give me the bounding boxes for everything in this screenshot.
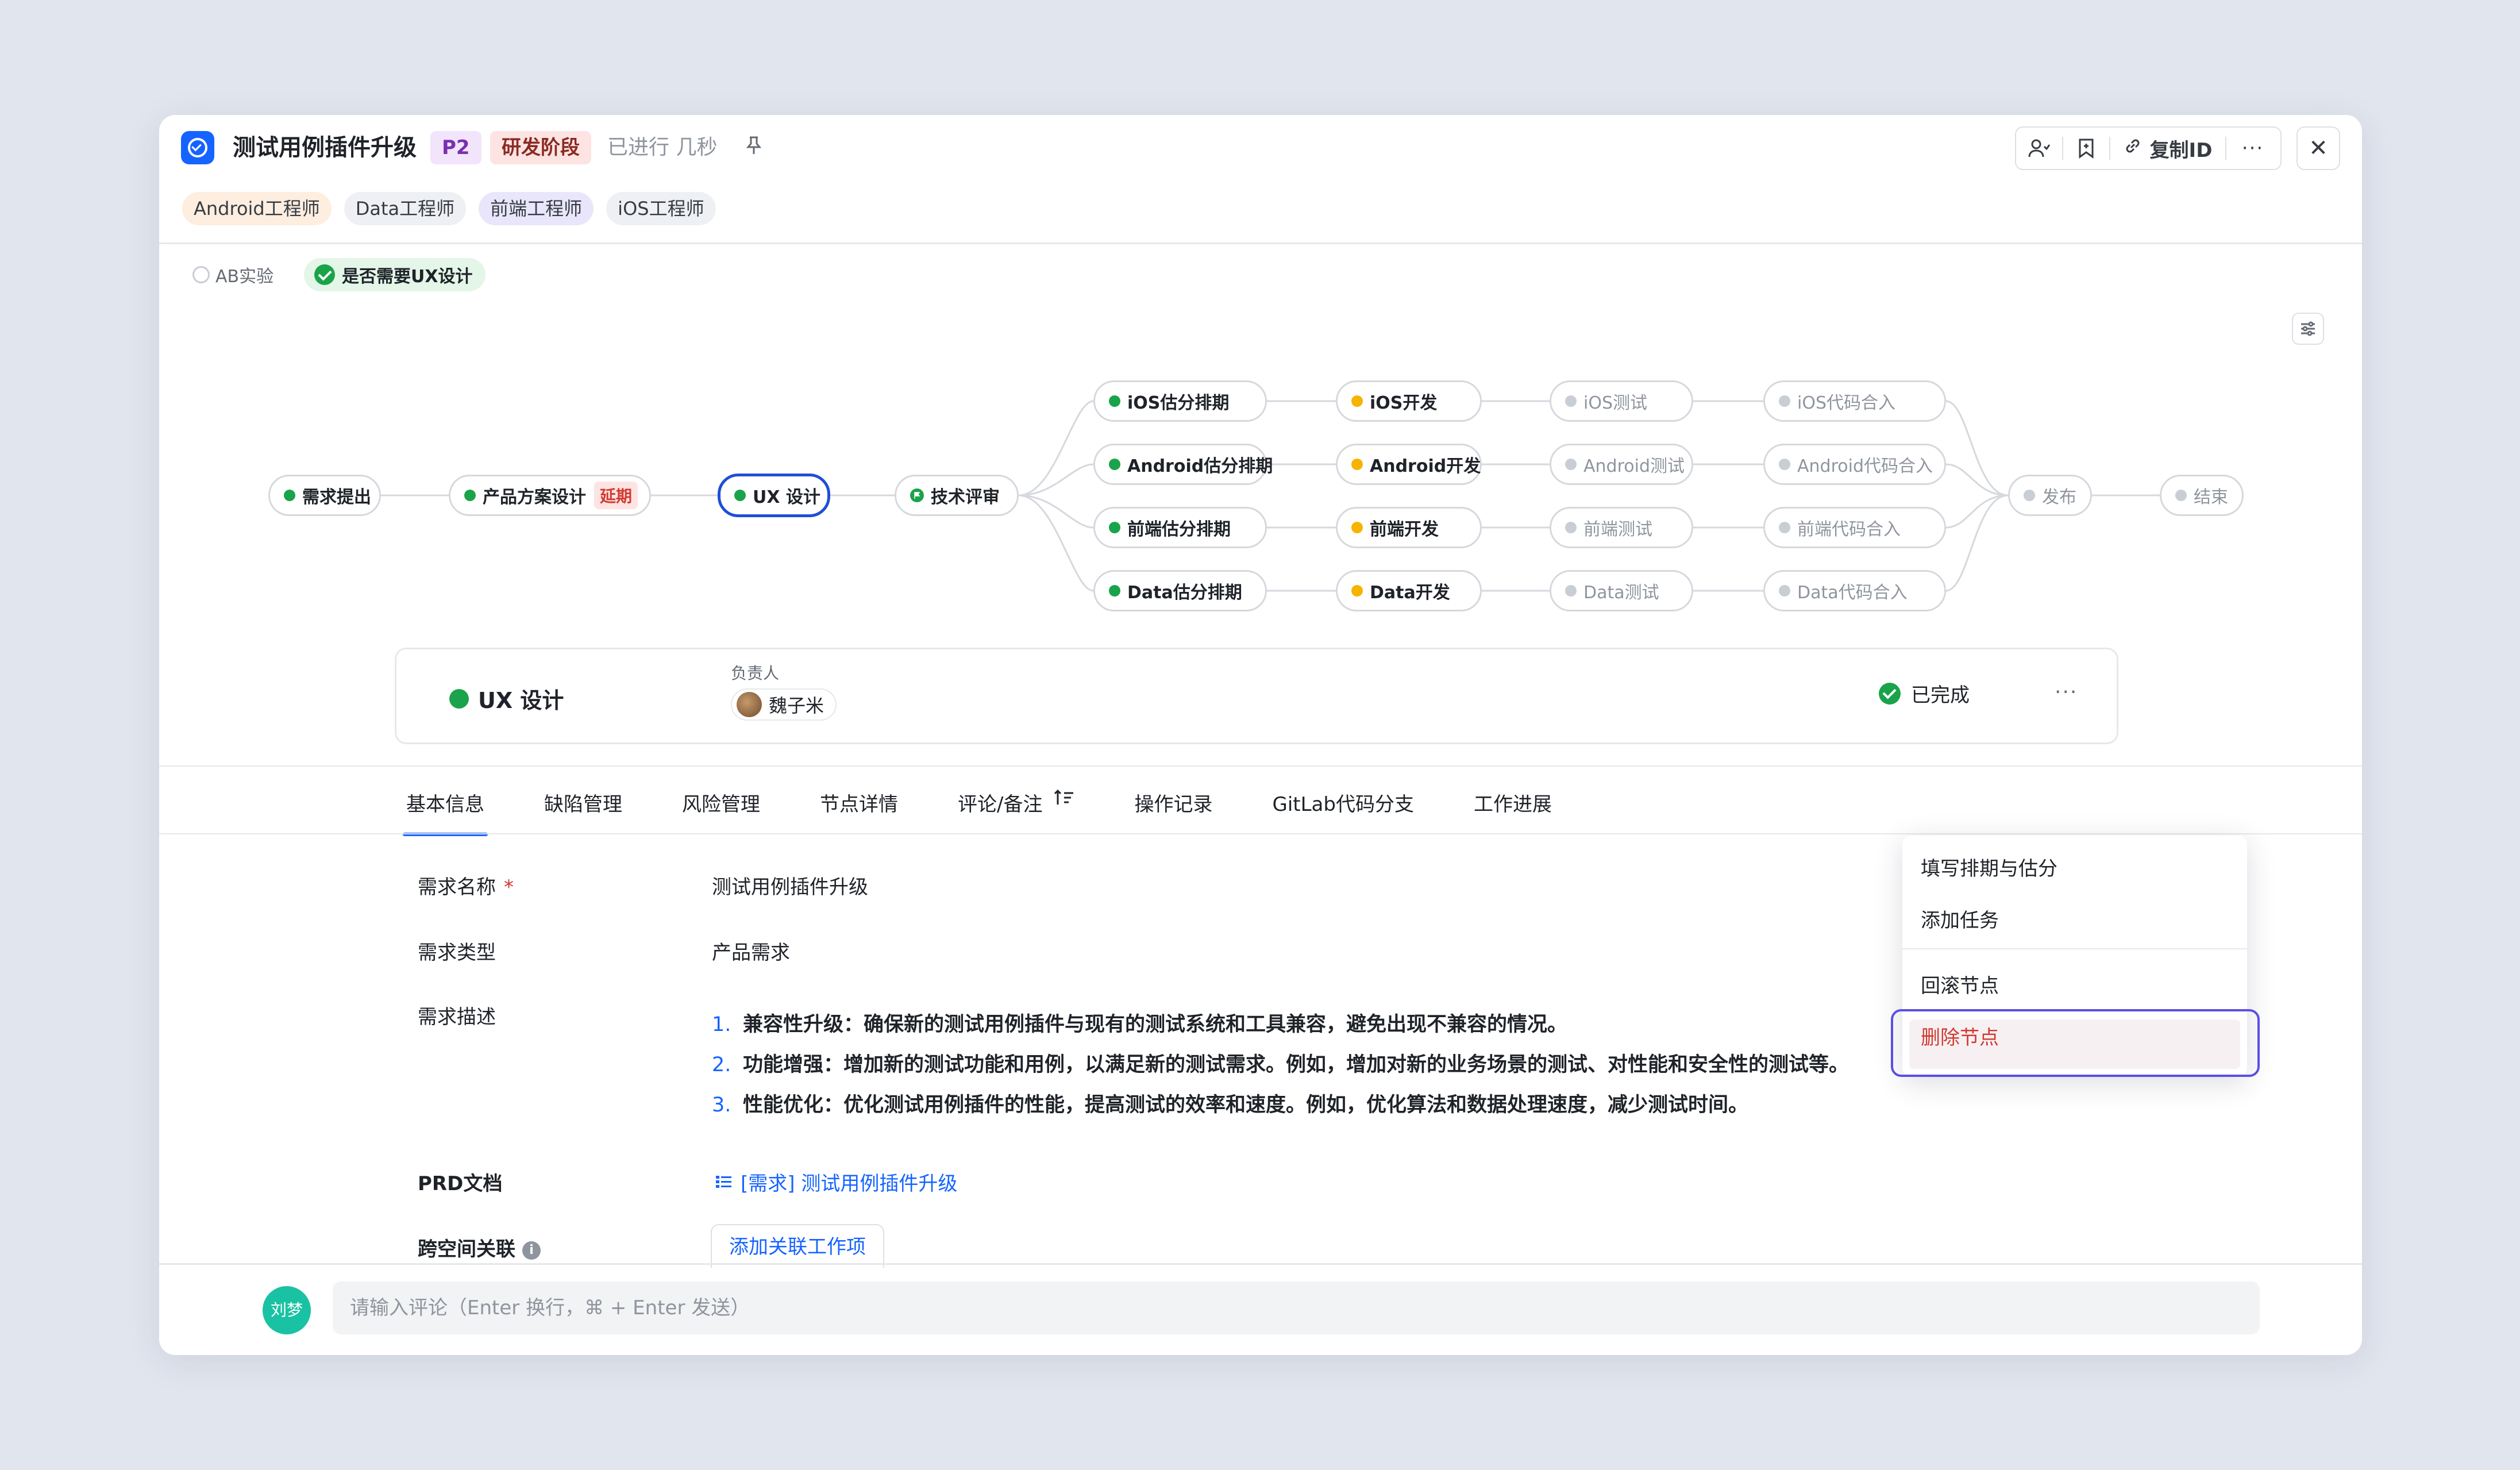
node-data-test[interactable]: Data测试 — [1550, 570, 1693, 611]
node-product-design[interactable]: 产品方案设计 延期 — [449, 475, 651, 516]
node-detail-name: UX 设计 — [449, 683, 564, 714]
requirement-detail-panel: 测试用例插件升级 P2 研发阶段 已进行 几秒 复制ID ··· ✕ Andro… — [159, 115, 2362, 1355]
list-item: 1. 兼容性升级：确保新的测试用例插件与现有的测试系统和工具兼容，避免出现不兼容的… — [712, 1013, 1568, 1036]
check-circle-icon — [1879, 682, 1901, 705]
divider — [159, 765, 2362, 767]
node-ios-estimate[interactable]: iOS估分排期 — [1093, 380, 1267, 422]
node-requirement[interactable]: 需求提出 — [268, 475, 381, 516]
list-item: 2. 功能增强：增加新的测试功能和用例，以满足新的测试需求。例如，增加对新的业务场… — [712, 1053, 1849, 1076]
node-tech-review[interactable]: 技术评审 — [895, 475, 1019, 516]
node-frontend-dev[interactable]: 前端开发 — [1336, 507, 1482, 548]
status-dot — [449, 688, 469, 709]
owner-label: 负责人 — [731, 664, 780, 683]
prd-doc-link[interactable]: [需求] 测试用例插件升级 — [715, 1168, 957, 1196]
tab-bar: 基本信息 缺陷管理 风险管理 节点详情 评论/备注 操作记录 GitLab代码分… — [403, 788, 1612, 836]
node-ios-merge[interactable]: iOS代码合入 — [1763, 380, 1946, 422]
flag-icon — [910, 488, 924, 502]
node-data-dev[interactable]: Data开发 — [1336, 570, 1482, 611]
comment-input[interactable]: 请输入评论（Enter 换行，⌘ + Enter 发送） — [333, 1282, 2260, 1334]
divider — [159, 1263, 2362, 1265]
field-label-cross-space: 跨空间关联 i — [418, 1233, 541, 1261]
node-ios-dev[interactable]: iOS开发 — [1336, 380, 1482, 422]
add-related-item-button[interactable]: 添加关联工作项 — [711, 1224, 884, 1268]
tab-operation-log[interactable]: 操作记录 — [1134, 788, 1212, 836]
node-more-icon[interactable]: ··· — [2055, 680, 2078, 704]
node-data-estimate[interactable]: Data估分排期 — [1093, 570, 1267, 611]
node-data-merge[interactable]: Data代码合入 — [1763, 570, 1946, 611]
field-label-name: 需求名称 * — [418, 876, 514, 899]
field-label-prd: PRD文档 — [418, 1172, 503, 1195]
node-detail-card: UX 设计 负责人 魏子米 已完成 ··· — [395, 648, 2118, 744]
node-release[interactable]: 发布 — [2008, 475, 2092, 516]
node-ux-design[interactable]: UX 设计 — [718, 474, 830, 517]
field-value-description[interactable]: 1. 兼容性升级：确保新的测试用例插件与现有的测试系统和工具兼容，避免出现不兼容的… — [712, 1005, 1849, 1125]
menu-item-rollback[interactable]: 回滚节点 — [1921, 970, 1999, 998]
list-item: 3. 性能优化：优化测试用例插件的性能，提高测试的效率和速度。例如，优化算法和数据… — [712, 1094, 1749, 1117]
divider — [159, 833, 2362, 834]
tab-basic-info[interactable]: 基本信息 — [403, 788, 488, 836]
menu-item-fill-schedule[interactable]: 填写排期与估分 — [1921, 853, 2057, 881]
tab-gitlab-branches[interactable]: GitLab代码分支 — [1272, 788, 1413, 836]
avatar — [737, 692, 762, 717]
tab-comments[interactable]: 评论/备注 — [958, 788, 1074, 836]
node-frontend-estimate[interactable]: 前端估分排期 — [1093, 507, 1267, 548]
node-frontend-merge[interactable]: 前端代码合入 — [1763, 507, 1946, 548]
info-icon[interactable]: i — [522, 1241, 541, 1260]
tab-node-details[interactable]: 节点详情 — [820, 788, 898, 836]
menu-divider — [1902, 948, 2247, 949]
node-status[interactable]: 已完成 — [1879, 679, 1970, 707]
sort-icon[interactable] — [1054, 788, 1074, 812]
delay-badge: 延期 — [594, 482, 638, 509]
node-android-estimate[interactable]: Android估分排期 — [1093, 444, 1273, 485]
owner-chip[interactable]: 魏子米 — [731, 688, 837, 721]
node-android-dev[interactable]: Android开发 — [1336, 444, 1482, 485]
node-end[interactable]: 结束 — [2160, 475, 2244, 516]
field-label-type: 需求类型 — [418, 941, 496, 964]
field-value-type[interactable]: 产品需求 — [712, 937, 790, 965]
avatar: 刘梦 — [263, 1286, 311, 1334]
field-value-name[interactable]: 测试用例插件升级 — [712, 871, 868, 899]
field-label-description: 需求描述 — [418, 1006, 496, 1029]
delete-node-focus-ring — [1891, 1009, 2260, 1077]
node-android-test[interactable]: Android测试 — [1550, 444, 1693, 485]
node-frontend-test[interactable]: 前端测试 — [1550, 507, 1693, 548]
tab-risks[interactable]: 风险管理 — [682, 788, 760, 836]
tab-defects[interactable]: 缺陷管理 — [544, 788, 622, 836]
doc-list-icon — [716, 1175, 731, 1188]
menu-item-add-task[interactable]: 添加任务 — [1921, 905, 1999, 933]
node-android-merge[interactable]: Android代码合入 — [1763, 444, 1946, 485]
tab-progress[interactable]: 工作进展 — [1474, 788, 1552, 836]
node-ios-test[interactable]: iOS测试 — [1550, 380, 1693, 422]
